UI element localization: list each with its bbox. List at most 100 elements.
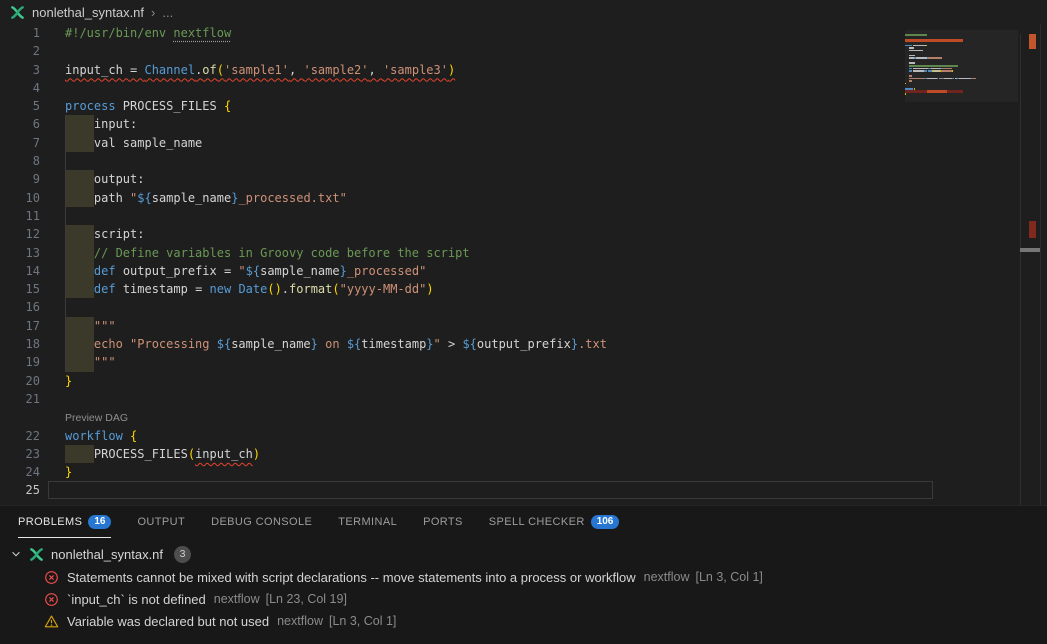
- panel-tab-ports[interactable]: PORTS: [423, 506, 463, 538]
- line-number[interactable]: 13: [0, 244, 40, 262]
- panel-tab-label: SPELL CHECKER: [489, 516, 585, 528]
- code-line[interactable]: 10 path "${sample_name}_processed.txt": [0, 189, 1020, 207]
- line-number[interactable]: 10: [0, 189, 40, 207]
- panel-tab-debug-console[interactable]: DEBUG CONSOLE: [211, 506, 312, 538]
- line-number[interactable]: 14: [0, 262, 40, 280]
- code-line[interactable]: 20}: [0, 372, 1020, 390]
- problems-file-name: nonlethal_syntax.nf: [51, 547, 163, 562]
- line-number[interactable]: 15: [0, 280, 40, 298]
- line-number[interactable]: 2: [0, 42, 40, 60]
- current-line-highlight: [48, 481, 933, 498]
- code-line-text: """: [65, 353, 116, 371]
- line-number[interactable]: 19: [0, 353, 40, 371]
- code-line-text: }: [65, 372, 72, 390]
- line-number[interactable]: 16: [0, 298, 40, 316]
- line-number[interactable]: 22: [0, 427, 40, 445]
- minimap-line: [905, 95, 1018, 98]
- code-line[interactable]: 21: [0, 390, 1020, 408]
- problem-row[interactable]: Variable was declared but not usednextfl…: [0, 610, 1047, 632]
- code-line[interactable]: 2: [0, 42, 1020, 60]
- panel-tab-label: DEBUG CONSOLE: [211, 516, 312, 528]
- error-icon: [44, 570, 59, 585]
- editor[interactable]: 1 #!/usr/bin/env nextflow 23input_ch = Cha…: [0, 24, 1047, 505]
- panel-tab-label: TERMINAL: [338, 516, 397, 528]
- problem-message: Variable was declared but not used: [67, 614, 269, 629]
- code-line[interactable]: 16: [0, 298, 1020, 316]
- panel-tab-spell-checker[interactable]: SPELL CHECKER106: [489, 506, 620, 538]
- line-number[interactable]: 21: [0, 390, 40, 408]
- code-area[interactable]: 1 #!/usr/bin/env nextflow 23input_ch = Cha…: [0, 24, 1020, 500]
- nextflow-file-icon: [10, 5, 25, 20]
- code-line-text: #!/usr/bin/env nextflow: [65, 24, 231, 42]
- code-line-text: script:: [65, 225, 144, 243]
- editor-right-border: [1040, 24, 1041, 529]
- code-line-text: input:: [65, 115, 137, 133]
- code-line[interactable]: 9 output:: [0, 170, 1020, 188]
- code-line[interactable]: 23 PROCESS_FILES(input_ch): [0, 445, 1020, 463]
- panel-tab-terminal[interactable]: TERMINAL: [338, 506, 397, 538]
- nextflow-logo-icon: [29, 547, 44, 562]
- code-line[interactable]: 24}: [0, 463, 1020, 481]
- overview-marker: [1029, 221, 1036, 238]
- code-line[interactable]: 19 """: [0, 353, 1020, 371]
- problem-source: nextflow: [214, 592, 260, 606]
- line-number[interactable]: 12: [0, 225, 40, 243]
- minimap[interactable]: [905, 34, 1018, 98]
- problem-location: [Ln 3, Col 1]: [329, 614, 396, 628]
- code-line[interactable]: 18 echo "Processing ${sample_name} on ${…: [0, 335, 1020, 353]
- indent-guide: [65, 207, 66, 225]
- code-line[interactable]: 12 script:: [0, 225, 1020, 243]
- code-line[interactable]: 17 """: [0, 317, 1020, 335]
- code-line[interactable]: 1 #!/usr/bin/env nextflow: [0, 24, 1020, 42]
- line-number[interactable]: 18: [0, 335, 40, 353]
- line-number[interactable]: 6: [0, 115, 40, 133]
- code-line-text: // Define variables in Groovy code befor…: [65, 244, 470, 262]
- code-line[interactable]: 8: [0, 152, 1020, 170]
- warning-icon: [44, 614, 59, 629]
- panel-tab-problems[interactable]: PROBLEMS16: [18, 506, 111, 538]
- problem-message: Statements cannot be mixed with script d…: [67, 570, 636, 585]
- codelens-row[interactable]: Preview DAG: [0, 408, 1020, 426]
- line-number[interactable]: 3: [0, 61, 40, 79]
- code-line[interactable]: 22workflow {: [0, 427, 1020, 445]
- problem-row[interactable]: `input_ch` is not definednextflow[Ln 23,…: [0, 588, 1047, 610]
- line-number[interactable]: 9: [0, 170, 40, 188]
- code-line[interactable]: 15 def timestamp = new Date().format("yy…: [0, 280, 1020, 298]
- panel-tabs: PROBLEMS16 OUTPUT DEBUG CONSOLE TERMINAL POR…: [0, 506, 1047, 538]
- code-line-text: }: [65, 463, 72, 481]
- code-line[interactable]: 14 def output_prefix = "${sample_name}_p…: [0, 262, 1020, 280]
- code-line[interactable]: 11: [0, 207, 1020, 225]
- line-number[interactable]: 4: [0, 79, 40, 97]
- chevron-down-icon[interactable]: [10, 548, 22, 560]
- line-number[interactable]: 1: [0, 24, 40, 42]
- panel-tab-output[interactable]: OUTPUT: [137, 506, 185, 538]
- line-number[interactable]: 23: [0, 445, 40, 463]
- problems-file-row[interactable]: nonlethal_syntax.nf 3: [0, 542, 1047, 566]
- line-number[interactable]: 11: [0, 207, 40, 225]
- line-number[interactable]: 20: [0, 372, 40, 390]
- minimap-border: [1020, 34, 1021, 505]
- line-number[interactable]: 24: [0, 463, 40, 481]
- codelens-preview-dag[interactable]: Preview DAG: [65, 410, 128, 426]
- code-line[interactable]: 25: [0, 481, 1020, 499]
- code-line[interactable]: 4: [0, 79, 1020, 97]
- breadcrumb-file-name[interactable]: nonlethal_syntax.nf: [32, 5, 144, 20]
- error-icon: [44, 570, 59, 585]
- problem-row[interactable]: Statements cannot be mixed with script d…: [0, 566, 1047, 588]
- line-number[interactable]: 7: [0, 134, 40, 152]
- code-line[interactable]: 5 process PROCESS_FILES {: [0, 97, 1020, 115]
- code-line[interactable]: 13 // Define variables in Groovy code be…: [0, 244, 1020, 262]
- code-line[interactable]: 3input_ch = Channel.of('sample1', 'sampl…: [0, 61, 1020, 79]
- line-number[interactable]: 17: [0, 317, 40, 335]
- indent-guide: [65, 298, 66, 316]
- code-line-text: process PROCESS_FILES {: [65, 97, 231, 115]
- breadcrumb-more[interactable]: ...: [162, 5, 173, 20]
- line-number[interactable]: 8: [0, 152, 40, 170]
- code-line[interactable]: 7 val sample_name: [0, 134, 1020, 152]
- panel-tab-label: PROBLEMS: [18, 516, 82, 528]
- problem-message: `input_ch` is not defined: [67, 592, 206, 607]
- code-line[interactable]: 6 input:: [0, 115, 1020, 133]
- bottom-panel: PROBLEMS16 OUTPUT DEBUG CONSOLE TERMINAL POR…: [0, 505, 1047, 644]
- line-number[interactable]: 5: [0, 97, 40, 115]
- line-number[interactable]: 25: [0, 481, 40, 499]
